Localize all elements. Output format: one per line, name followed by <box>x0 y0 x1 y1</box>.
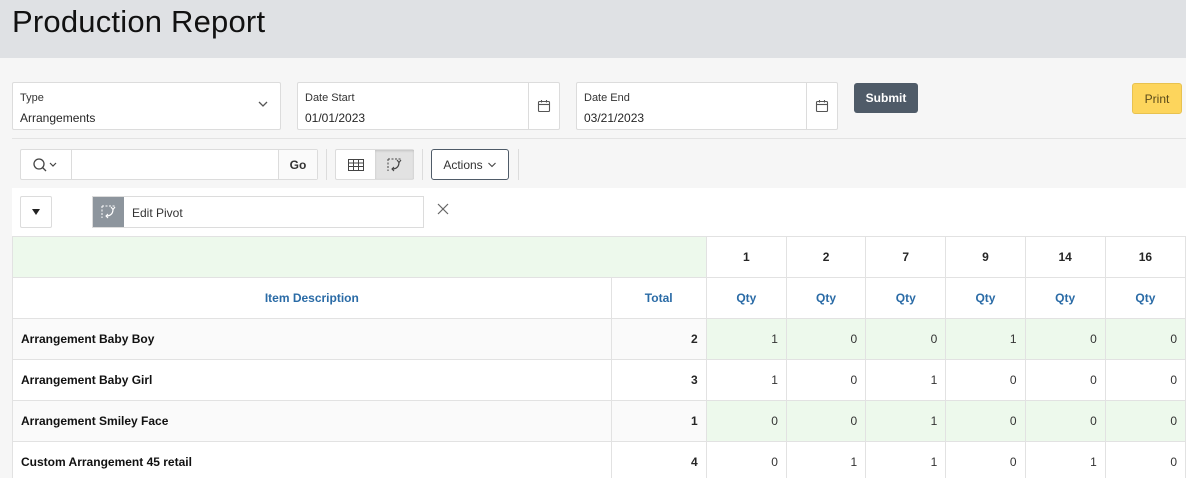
qty-header[interactable]: Qty <box>865 277 947 319</box>
divider <box>326 149 327 180</box>
qty-cell: 0 <box>785 318 867 360</box>
row-total: 3 <box>610 359 707 401</box>
close-icon[interactable] <box>436 202 450 216</box>
qty-header[interactable]: Qty <box>1024 277 1106 319</box>
print-button[interactable]: Print <box>1132 83 1182 114</box>
edit-pivot-label: Edit Pivot <box>132 206 183 220</box>
pivot-column-header: 16 <box>1104 236 1186 278</box>
pivot-column-header: 9 <box>945 236 1026 278</box>
item-description: Arrangement Baby Girl <box>12 359 612 401</box>
calendar-icon <box>815 100 829 113</box>
qty-cell: 1 <box>865 359 947 401</box>
edit-pivot-chip[interactable]: Edit Pivot <box>92 196 424 228</box>
qty-header[interactable]: Qty <box>705 277 787 319</box>
date-end-value: 03/21/2023 <box>584 111 645 125</box>
row-total: 4 <box>610 441 707 478</box>
date-end-label: Date End <box>584 92 630 104</box>
qty-cell: 1 <box>705 318 787 360</box>
row-total: 1 <box>610 400 707 442</box>
type-value: Arrangements <box>20 111 96 125</box>
actions-menu-button[interactable]: Actions <box>431 149 509 180</box>
collapse-settings-button[interactable] <box>20 196 52 228</box>
item-description: Custom Arrangement 45 retail <box>12 441 612 478</box>
pivot-column-header-row: 1 2 7 9 14 16 <box>12 236 1186 278</box>
pivot-icon <box>387 158 402 171</box>
pivot-table: 1 2 7 9 14 16 Item Description Total Qty… <box>12 236 1186 478</box>
qty-cell: 0 <box>1104 318 1186 360</box>
page-title: Production Report <box>12 4 266 39</box>
actions-label: Actions <box>443 157 483 172</box>
search-column-selector[interactable] <box>21 150 71 179</box>
divider <box>518 149 519 180</box>
qty-cell: 0 <box>1024 359 1106 401</box>
chevron-down-icon <box>258 101 268 107</box>
qty-cell: 0 <box>785 359 867 401</box>
table-row: Arrangement Baby Girl 3 1 0 1 0 0 0 <box>12 359 1186 401</box>
pivot-icon <box>101 205 116 219</box>
qty-cell: 1 <box>865 400 947 442</box>
qty-cell: 1 <box>785 441 867 478</box>
grid-icon <box>347 158 364 171</box>
pivot-column-header: 14 <box>1024 236 1106 278</box>
qty-header[interactable]: Qty <box>945 277 1026 319</box>
qty-cell: 0 <box>1024 318 1106 360</box>
qty-cell: 1 <box>865 441 947 478</box>
row-total: 2 <box>610 318 707 360</box>
qty-cell: 0 <box>785 400 867 442</box>
divider <box>422 149 423 180</box>
qty-cell: 0 <box>1024 400 1106 442</box>
qty-header[interactable]: Qty <box>1104 277 1186 319</box>
header-spacer <box>12 236 707 278</box>
search-bar: Go <box>20 149 318 180</box>
pivot-column-header: 7 <box>865 236 947 278</box>
date-start-calendar-button[interactable] <box>528 83 559 129</box>
qty-header[interactable]: Qty <box>785 277 867 319</box>
date-start-value: 01/01/2023 <box>305 111 366 125</box>
qty-cell: 1 <box>705 359 787 401</box>
qty-cell: 0 <box>705 441 787 478</box>
pivot-column-header: 2 <box>785 236 867 278</box>
qty-cell: 1 <box>1024 441 1106 478</box>
item-description: Arrangement Baby Boy <box>12 318 612 360</box>
qty-cell: 0 <box>945 441 1026 478</box>
caret-down-icon <box>32 209 40 215</box>
view-switcher <box>335 149 414 180</box>
date-end-calendar-button[interactable] <box>806 83 837 129</box>
type-label: Type <box>20 92 44 104</box>
qty-cell: 0 <box>1104 359 1186 401</box>
qty-cell: 0 <box>1104 441 1186 478</box>
grid-view-button[interactable] <box>336 150 375 179</box>
date-end-field[interactable]: Date End 03/21/2023 <box>576 82 838 130</box>
search-icon <box>33 157 57 171</box>
calendar-icon <box>537 100 551 113</box>
page-header: Production Report <box>0 0 1186 58</box>
pivot-report: Edit Pivot 1 2 7 9 14 16 Item Descriptio… <box>12 188 1186 478</box>
qty-cell: 0 <box>705 400 787 442</box>
type-select[interactable]: Type Arrangements <box>12 82 281 130</box>
qty-cell: 0 <box>945 359 1026 401</box>
pivot-column-header: 1 <box>705 236 787 278</box>
pivot-view-button[interactable] <box>375 150 414 179</box>
report-toolbar: Go Actions <box>12 138 1186 188</box>
submit-button[interactable]: Submit <box>854 83 918 113</box>
qty-cell: 0 <box>865 318 947 360</box>
table-row: Arrangement Baby Boy 2 1 0 0 1 0 0 <box>12 318 1186 360</box>
table-row: Custom Arrangement 45 retail 4 0 1 1 0 1… <box>12 441 1186 478</box>
qty-cell: 1 <box>945 318 1026 360</box>
chevron-down-icon <box>487 162 496 167</box>
item-description: Arrangement Smiley Face <box>12 400 612 442</box>
total-header[interactable]: Total <box>610 277 707 319</box>
search-input[interactable] <box>71 150 280 179</box>
item-description-header[interactable]: Item Description <box>12 277 612 319</box>
qty-cell: 0 <box>1104 400 1186 442</box>
qty-cell: 0 <box>945 400 1026 442</box>
date-start-field[interactable]: Date Start 01/01/2023 <box>297 82 560 130</box>
table-row: Arrangement Smiley Face 1 0 0 1 0 0 0 <box>12 400 1186 442</box>
go-button[interactable]: Go <box>278 150 317 179</box>
date-start-label: Date Start <box>305 92 355 104</box>
column-header-row: Item Description Total Qty Qty Qty Qty Q… <box>12 277 1186 319</box>
pivot-chip-icon <box>93 197 124 227</box>
